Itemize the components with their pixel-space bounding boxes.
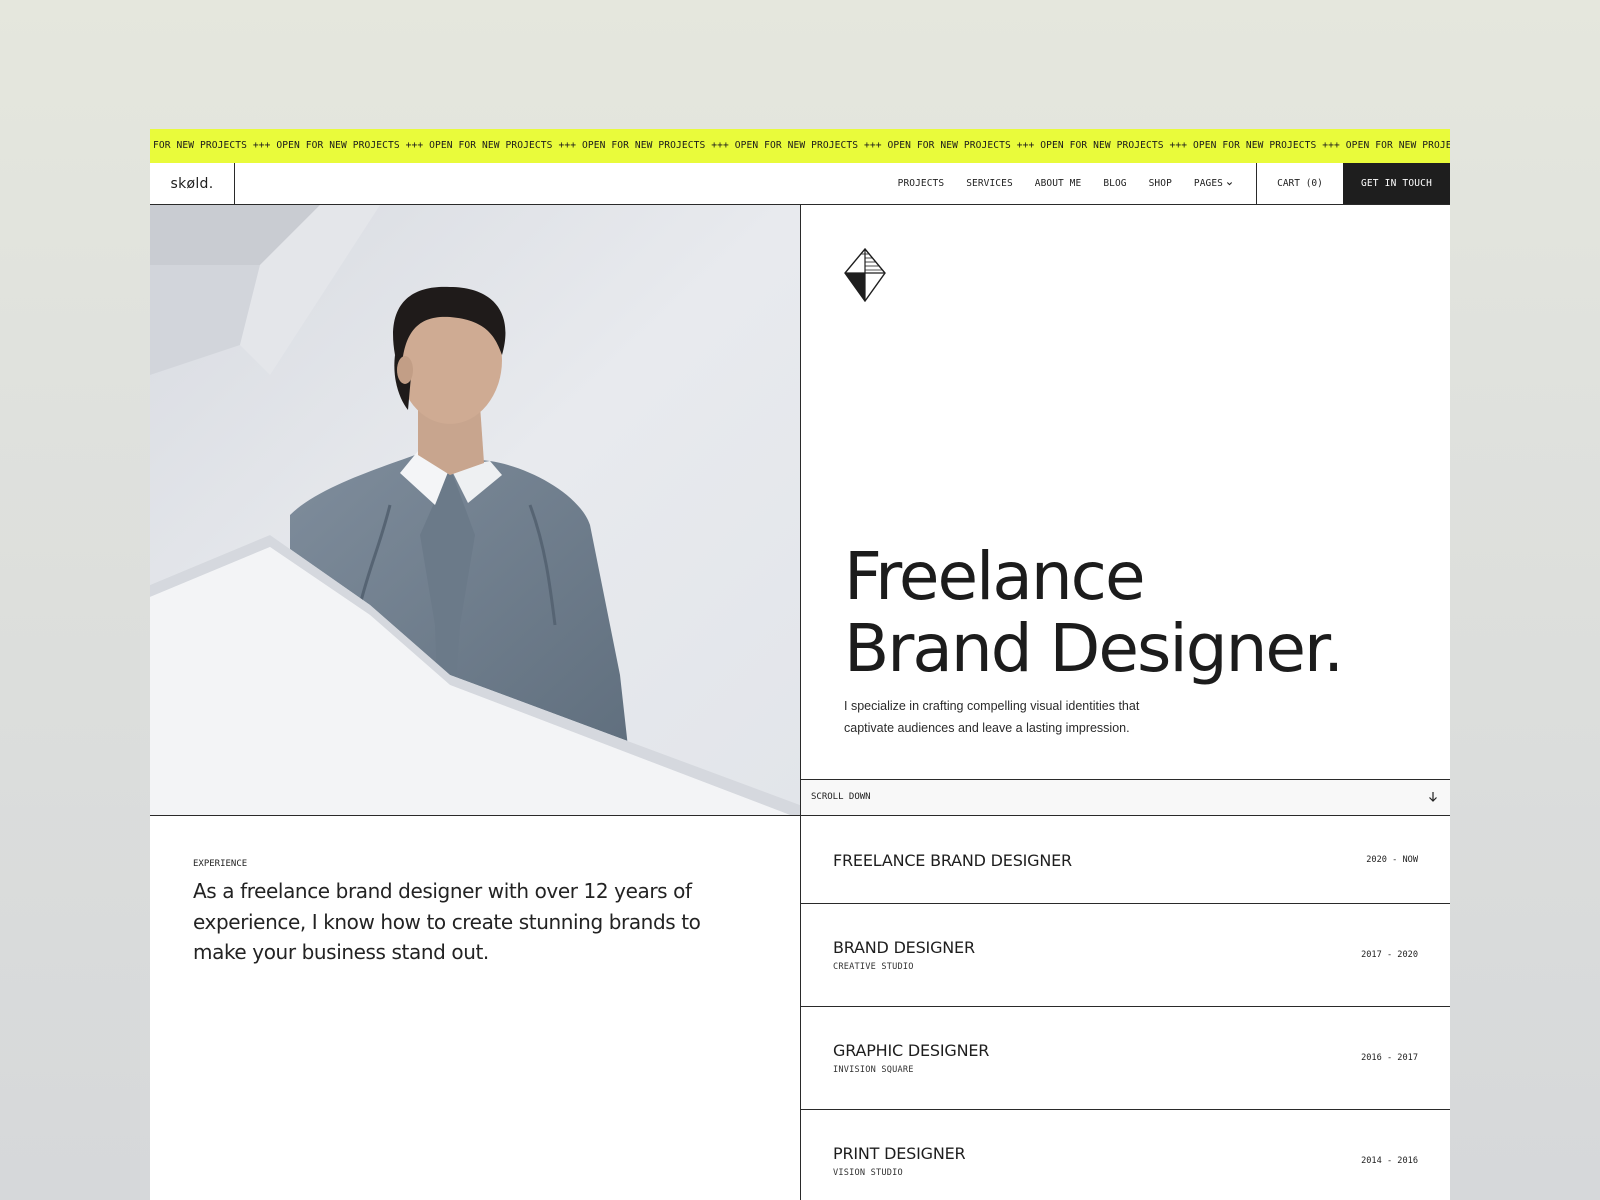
chevron-down-icon [1226,182,1233,186]
job-years: 2014 - 2016 [1361,1156,1418,1166]
ticker-text: FOR NEW PROJECTS +++ OPEN FOR NEW PROJEC… [153,140,1450,151]
experience-list: FREELANCE BRAND DESIGNER 2020 - NOW BRAN… [801,816,1450,1200]
hero-intro: I specialize in crafting compelling visu… [844,699,1140,735]
experience-intro: EXPERIENCE As a freelance brand designer… [150,816,801,1200]
announcement-ticker: FOR NEW PROJECTS +++ OPEN FOR NEW PROJEC… [150,129,1450,163]
nav-menu: PROJECTS SERVICES ABOUT ME BLOG SHOP PAG… [876,163,1233,204]
hero-headline-line1: Freelance [844,538,1146,615]
nav-item-pages-label: PAGES [1193,178,1223,189]
nav-item-pages[interactable]: PAGES [1194,178,1233,189]
nav-item-projects[interactable]: PROJECTS [898,178,945,189]
job-company: INVISION SQUARE [833,1065,914,1075]
job-title: FREELANCE BRAND DESIGNER [833,851,1072,870]
job-title: GRAPHIC DESIGNER [833,1041,990,1060]
diamond-mark-icon [844,248,886,302]
experience-text: As a freelance brand designer with over … [193,879,701,964]
job-company: CREATIVE STUDIO [833,962,914,972]
job-title: PRINT DESIGNER [833,1144,966,1163]
job-years: 2016 - 2017 [1361,1053,1418,1063]
top-navigation: skøld. PROJECTS SERVICES ABOUT ME BLOG S… [150,163,1450,205]
cart-link[interactable]: CART (0) [1256,163,1343,204]
hero-headline: Freelance Brand Designer. [844,538,1344,687]
scroll-down-label: SCROLL DOWN [811,792,871,802]
job-years: 2020 - NOW [1366,855,1418,865]
experience-label: EXPERIENCE [193,859,248,869]
nav-item-shop[interactable]: SHOP [1149,178,1172,189]
experience-item: PRINT DESIGNER VISION STUDIO 2014 - 2016 [801,1110,1450,1200]
job-years: 2017 - 2020 [1361,950,1418,960]
nav-item-blog[interactable]: BLOG [1103,178,1126,189]
site-logo[interactable]: skøld. [150,163,235,204]
nav-item-services[interactable]: SERVICES [966,178,1013,189]
experience-item: FREELANCE BRAND DESIGNER 2020 - NOW [801,816,1450,904]
page-frame: FOR NEW PROJECTS +++ OPEN FOR NEW PROJEC… [150,129,1450,1200]
hero-content: Freelance Brand Designer. I specialize i… [801,205,1450,815]
hero-portrait-image [150,205,801,815]
nav-item-about-me[interactable]: ABOUT ME [1035,178,1082,189]
get-in-touch-button[interactable]: GET IN TOUCH [1343,163,1450,204]
arrow-down-icon [1429,792,1437,802]
hero-headline-line2: Brand Designer. [844,610,1344,687]
experience-item: GRAPHIC DESIGNER INVISION SQUARE 2016 - … [801,1007,1450,1110]
scroll-down-bar[interactable]: SCROLL DOWN [801,779,1450,815]
portrait-illustration [150,205,800,815]
job-title: BRAND DESIGNER [833,938,975,957]
job-company: VISION STUDIO [833,1168,903,1178]
experience-item: BRAND DESIGNER CREATIVE STUDIO 2017 - 20… [801,904,1450,1007]
